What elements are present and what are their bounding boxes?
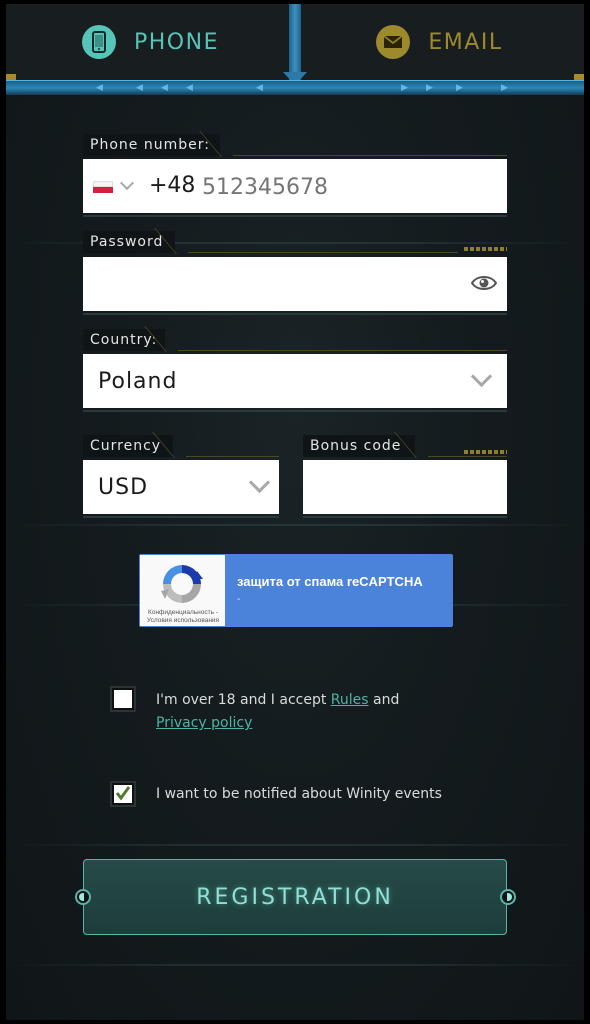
currency-value: USD xyxy=(98,474,149,500)
country-code-chevron-icon[interactable] xyxy=(119,175,135,191)
recaptcha-title: защита от спама reCAPTCHA xyxy=(237,574,423,589)
age-consent-checkbox[interactable] xyxy=(110,686,136,712)
eye-icon[interactable] xyxy=(470,274,498,296)
registration-button[interactable]: REGISTRATION xyxy=(83,859,507,935)
age-consent-middle: and xyxy=(368,692,400,708)
decor-dashes xyxy=(464,450,507,454)
country-code: +48 xyxy=(149,173,196,198)
age-consent-text: I'm over 18 and I accept Rules and Priva… xyxy=(156,689,456,735)
registration-panel: PHONE EMAIL ◀ ◀ ◀ ◀ ◀ ▶ ▶ ▶ ▶ Phone number: +48 xyxy=(6,4,584,1020)
notify-text: I want to be notified about Winity event… xyxy=(156,786,442,802)
checkbox-box xyxy=(114,690,132,708)
tab-indicator-bar: ◀ ◀ ◀ ◀ ◀ ▶ ▶ ▶ ▶ xyxy=(6,80,584,95)
checkmark-icon xyxy=(115,785,131,805)
country-select[interactable]: Poland xyxy=(83,354,507,408)
recaptcha-terms[interactable]: Условия использования xyxy=(142,617,224,624)
rules-link[interactable]: Rules xyxy=(331,692,369,708)
envelope-icon xyxy=(376,25,411,59)
decor-line xyxy=(83,215,507,217)
decor-line xyxy=(188,252,458,253)
poland-flag-icon xyxy=(93,181,113,193)
password-input[interactable] xyxy=(93,267,457,303)
decor-line xyxy=(83,516,279,518)
bonus-code-input[interactable] xyxy=(313,470,497,506)
recaptcha-privacy[interactable]: Конфиденциальность - xyxy=(142,609,224,616)
tab-email-label: EMAIL xyxy=(428,29,503,55)
phone-input[interactable] xyxy=(200,169,494,205)
tab-phone-label: PHONE xyxy=(134,29,219,55)
decor-line xyxy=(83,410,507,412)
decor-dashes xyxy=(464,247,507,251)
decor-line xyxy=(233,155,507,156)
decor-knob xyxy=(75,889,91,905)
country-value: Poland xyxy=(98,368,178,394)
phone-label: Phone number: xyxy=(83,134,220,156)
currency-select[interactable]: USD xyxy=(83,460,279,514)
chevron-down-icon xyxy=(470,365,493,388)
recaptcha-logo-box: Конфиденциальность - Условия использован… xyxy=(140,555,225,626)
decor-line xyxy=(178,350,507,351)
decor-knob xyxy=(500,889,516,905)
privacy-policy-link[interactable]: Privacy policy xyxy=(156,715,252,731)
phone-input-box[interactable]: +48 xyxy=(83,159,507,213)
bonus-code-label: Bonus code xyxy=(303,435,415,457)
decor-line xyxy=(6,524,584,526)
recaptcha-widget[interactable]: Конфиденциальность - Условия использован… xyxy=(139,554,453,627)
recaptcha-logo-icon xyxy=(159,561,205,611)
currency-label: Currency xyxy=(83,435,173,457)
bonus-code-input-box[interactable] xyxy=(303,460,507,514)
checkbox-box xyxy=(114,785,132,803)
decor-line xyxy=(6,844,584,846)
method-tabs: PHONE EMAIL xyxy=(6,4,584,80)
age-consent-prefix: I'm over 18 and I accept xyxy=(156,692,331,708)
decor-line xyxy=(83,313,507,315)
decor-line xyxy=(186,456,279,457)
decor-line xyxy=(428,456,507,457)
app-frame: PHONE EMAIL ◀ ◀ ◀ ◀ ◀ ▶ ▶ ▶ ▶ Phone number: +48 xyxy=(0,0,590,1024)
decor-line xyxy=(6,964,584,966)
mobile-phone-icon xyxy=(82,25,116,59)
tab-email[interactable]: EMAIL xyxy=(295,4,584,80)
decor-line xyxy=(303,516,507,518)
notify-checkbox[interactable] xyxy=(110,781,136,807)
recaptcha-subtitle: - xyxy=(237,594,241,605)
chevron-down-icon xyxy=(248,471,271,494)
country-label: Country: xyxy=(83,329,165,351)
password-input-box[interactable] xyxy=(83,257,507,311)
registration-button-label: REGISTRATION xyxy=(196,884,394,910)
tab-phone[interactable]: PHONE xyxy=(6,4,295,80)
